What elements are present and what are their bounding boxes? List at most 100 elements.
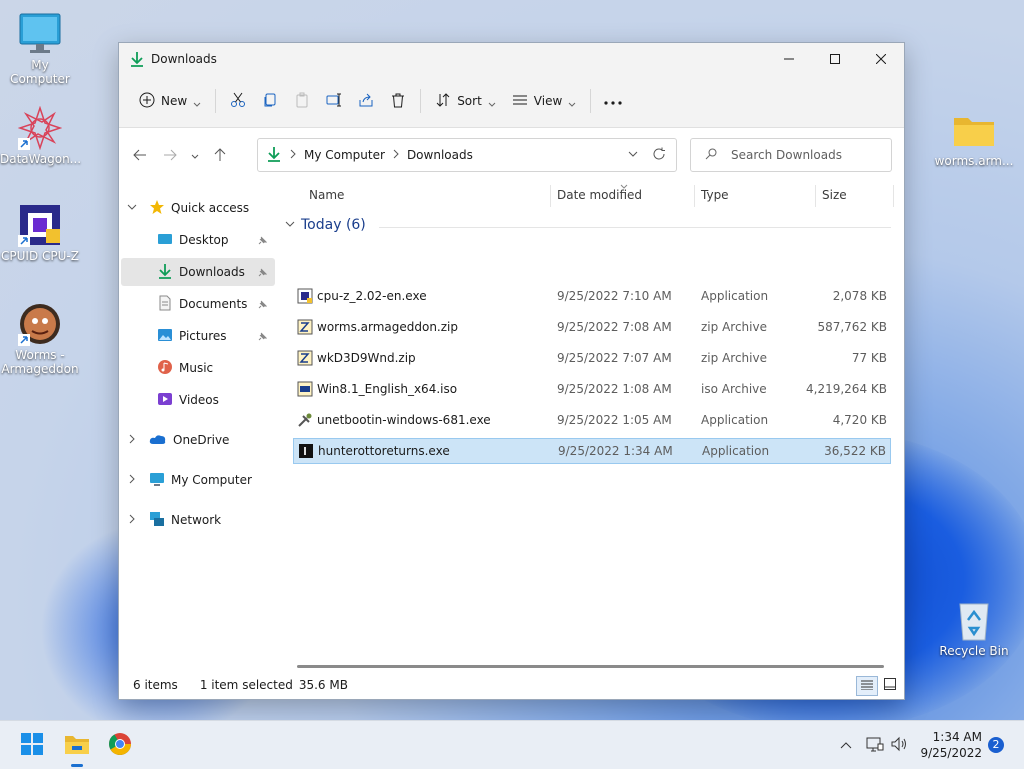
selection-size: 35.6 MB [298, 678, 348, 692]
share-button[interactable] [350, 85, 382, 117]
sidebar-item-desktop[interactable]: Desktop [121, 226, 275, 254]
column-header-size[interactable]: Size [822, 183, 847, 207]
desktop-icon-worms-folder[interactable]: worms.arm... [934, 108, 1014, 168]
maximize-button[interactable] [812, 43, 858, 75]
file-type: Application [702, 444, 770, 458]
file-row[interactable]: cpu-z_2.02-en.exe 9/25/2022 7:10 AM Appl… [293, 283, 891, 309]
group-header-today[interactable]: Today (6) [285, 217, 366, 233]
new-button[interactable]: New [131, 85, 209, 117]
desktop-icon-my-computer[interactable]: My Computer [0, 12, 80, 86]
clock-time: 1:34 AM [932, 730, 982, 744]
breadcrumb-item[interactable]: Downloads [407, 148, 473, 162]
file-date: 9/25/2022 1:34 AM [558, 444, 673, 458]
column-divider[interactable] [893, 185, 894, 207]
chevron-right-icon [127, 433, 137, 447]
hunter-app-icon [298, 443, 314, 459]
command-bar: New Sort View [119, 75, 904, 128]
active-indicator [71, 764, 83, 767]
file-row[interactable]: worms.armageddon.zip 9/25/2022 7:08 AM z… [293, 314, 891, 340]
refresh-icon[interactable] [652, 147, 666, 164]
view-button[interactable]: View [504, 85, 584, 117]
close-button[interactable] [858, 43, 904, 75]
more-options-button[interactable] [597, 85, 629, 117]
up-button[interactable] [205, 141, 235, 171]
search-box[interactable] [690, 138, 892, 172]
column-divider[interactable] [815, 185, 816, 207]
breadcrumb-item[interactable]: My Computer [304, 148, 385, 162]
file-row[interactable]: wkD3D9Wnd.zip 9/25/2022 7:07 AM zip Arch… [293, 345, 891, 371]
cut-button[interactable] [222, 85, 254, 117]
desktop-icon-recycle-bin[interactable]: Recycle Bin [934, 598, 1014, 658]
notification-badge[interactable]: 2 [988, 737, 1004, 753]
sidebar-item-pictures[interactable]: Pictures [121, 322, 275, 350]
system-tray [840, 721, 908, 769]
paste-button[interactable] [286, 85, 318, 117]
paste-icon [294, 92, 310, 111]
recycle-bin-icon [952, 598, 996, 642]
sidebar-item-music[interactable]: Music [121, 354, 275, 382]
sidebar-item-my-computer[interactable]: My Computer [127, 466, 277, 494]
recent-locations-button[interactable] [185, 141, 205, 171]
file-date: 9/25/2022 7:08 AM [557, 320, 672, 334]
toolbar-separator [215, 89, 217, 113]
taskbar-chrome[interactable] [104, 729, 136, 761]
address-history-button[interactable] [628, 148, 638, 162]
sidebar-item-label: Pictures [179, 329, 227, 343]
file-size: 587,762 KB [817, 320, 887, 334]
sidebar-item-videos[interactable]: Videos [121, 386, 275, 414]
network-icon [149, 511, 165, 530]
column-divider[interactable] [694, 185, 695, 207]
cpuz-app-icon [297, 288, 313, 304]
group-label: Today (6) [301, 217, 366, 233]
sidebar-item-downloads[interactable]: Downloads [121, 258, 275, 286]
view-label: View [533, 94, 563, 108]
chevron-up-icon[interactable] [840, 738, 852, 752]
sidebar-item-quick-access[interactable]: Quick access [127, 194, 277, 222]
volume-icon[interactable] [890, 736, 908, 755]
forward-button[interactable] [155, 141, 185, 171]
file-date: 9/25/2022 1:05 AM [557, 413, 672, 427]
network-tray-icon[interactable] [866, 736, 884, 755]
file-name: unetbootin-windows-681.exe [317, 413, 491, 427]
chevron-down-icon [488, 97, 496, 107]
details-view-button[interactable] [856, 676, 878, 696]
delete-button[interactable] [382, 85, 414, 117]
copy-button[interactable] [254, 85, 286, 117]
file-type: iso Archive [701, 382, 767, 396]
music-icon [157, 359, 173, 378]
taskbar-file-explorer[interactable] [61, 729, 93, 767]
column-header-name[interactable]: Name [309, 183, 344, 207]
desktop-icon-label: Recycle Bin [939, 644, 1009, 658]
desktop-icon-datawagon[interactable]: DataWagon... [0, 105, 81, 166]
title-bar[interactable]: Downloads [119, 43, 904, 75]
column-header-date[interactable]: Date modified [557, 183, 642, 207]
desktop-icon-cpuz[interactable]: CPUID CPU-Z [0, 203, 80, 263]
star-icon [149, 199, 165, 218]
new-label: New [161, 94, 188, 108]
desktop-icon-worms[interactable]: Worms - Armageddon [0, 302, 80, 376]
start-button[interactable] [16, 729, 48, 761]
file-row[interactable]: Win8.1_English_x64.iso 9/25/2022 1:08 AM… [293, 376, 891, 402]
search-input[interactable] [729, 147, 883, 163]
sidebar-item-documents[interactable]: Documents [121, 290, 275, 318]
file-row-selected[interactable]: hunterottoreturns.exe 9/25/2022 1:34 AM … [293, 438, 891, 464]
horizontal-scrollbar[interactable] [297, 665, 884, 668]
breadcrumb-chevron-icon [290, 148, 296, 162]
column-divider[interactable] [550, 185, 551, 207]
sidebar-item-label: My Computer [171, 473, 252, 487]
minimize-button[interactable] [766, 43, 812, 75]
tiles-view-button[interactable] [882, 677, 898, 693]
back-button[interactable] [125, 141, 155, 171]
rename-button[interactable] [318, 85, 350, 117]
desktop-icon-label: worms.arm... [934, 154, 1014, 168]
chevron-down-icon [568, 97, 576, 107]
column-header-type[interactable]: Type [701, 183, 729, 207]
sidebar-item-network[interactable]: Network [127, 506, 277, 534]
chevron-down-icon [193, 97, 201, 107]
clock[interactable]: 1:34 AM 9/25/2022 [920, 729, 982, 761]
file-row[interactable]: unetbootin-windows-681.exe 9/25/2022 1:0… [293, 407, 891, 433]
scissors-icon [230, 92, 246, 111]
sort-button[interactable]: Sort [427, 85, 504, 117]
sidebar-item-onedrive[interactable]: OneDrive [127, 426, 277, 454]
address-bar[interactable]: My Computer Downloads [257, 138, 677, 172]
